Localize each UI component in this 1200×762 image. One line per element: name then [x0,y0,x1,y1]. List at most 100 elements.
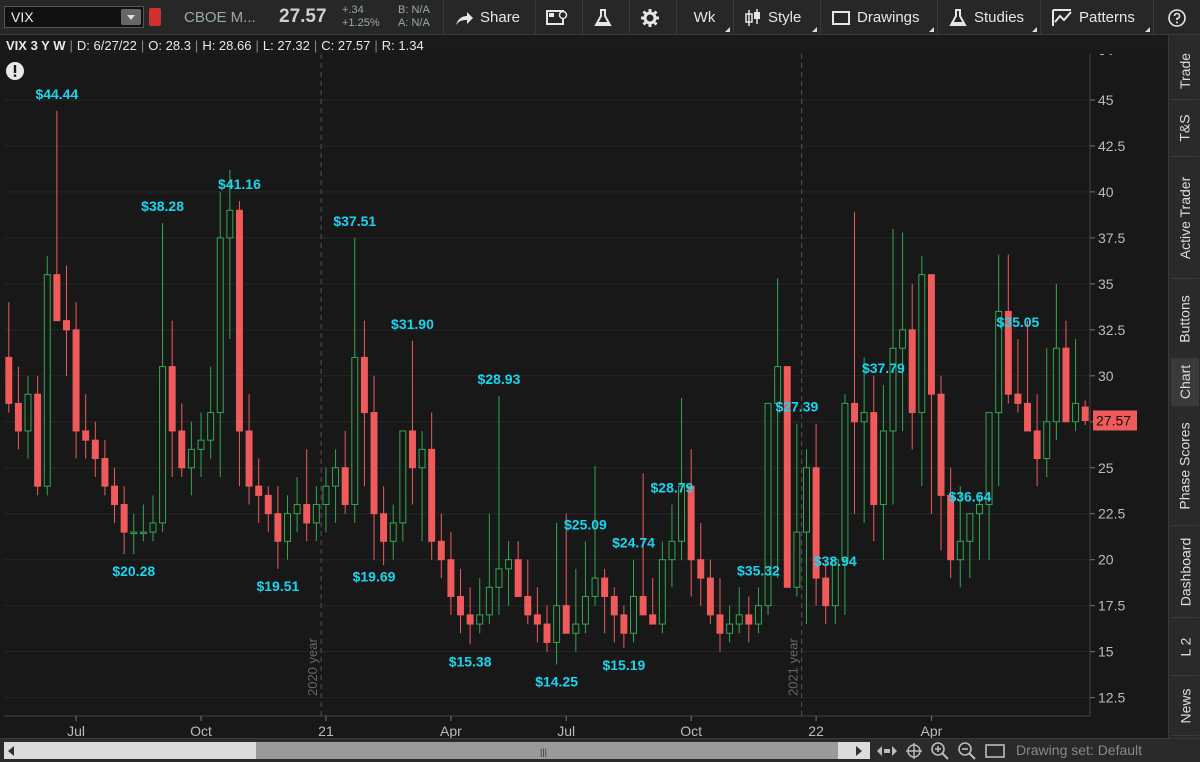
dropdown-corner-icon [812,27,817,32]
event-alert-icon[interactable] [6,62,24,80]
time-axis-label: Oct [190,723,212,738]
candle-body [43,274,51,487]
candle-body [1062,347,1070,423]
year-separator-label: 2021 year [786,638,801,696]
candle-body [793,531,801,588]
candle[interactable] [764,402,772,615]
candle-body [899,329,907,349]
price-axis-label: 22.5 [1098,506,1125,522]
candle-body [130,531,138,535]
sidebar-tab-l-2[interactable]: L 2 [1171,618,1199,676]
zoom-out-icon[interactable] [957,741,977,761]
candle-body [581,595,589,625]
drawings-button[interactable]: Drawings [820,0,936,35]
candle-body [389,522,397,542]
sidebar-tab-active-trader[interactable]: Active Trader [1171,157,1199,279]
candle-body [851,402,859,423]
candle-style-icon [745,8,760,26]
candle-body [178,430,186,469]
flexible-grid-button[interactable] [535,0,581,35]
candle-body [101,458,109,487]
candle-body [111,485,119,506]
candle-body [485,586,493,616]
chart-toolbar: VIX CBOE M... 27.57 +.34 +1.25% B: N/A A… [0,0,1200,35]
chart-settings-button[interactable] [629,0,675,35]
share-icon [456,11,473,25]
price-extreme-label: $19.51 [256,578,299,594]
sidebar-tab-label: News [1177,687,1194,724]
alert-flag-icon[interactable] [149,8,161,26]
candle-body [649,614,657,625]
right-sidebar: Trade T&S Active Trader Buttons Chart Phase S… [1168,35,1200,738]
style-button[interactable]: Style [733,0,819,35]
candle[interactable] [34,375,42,496]
thinkscript-lab-button[interactable] [582,0,628,35]
candle-body [14,402,22,432]
rectangle-icon [832,10,850,25]
candle-body [879,430,887,506]
sidebar-tab-buttons[interactable]: Buttons [1171,279,1199,359]
candle-body [303,504,311,524]
candle-body [562,605,570,634]
price-axis-label: 15 [1098,644,1114,660]
sidebar-tab-t-s[interactable]: T&S [1171,100,1199,157]
studies-label: Studies [974,9,1025,26]
price-axis-label: 12.5 [1098,690,1125,706]
candle-body [322,485,330,506]
price-axis-label: 40 [1098,184,1114,200]
candle-body [937,393,945,496]
candle-body [62,320,70,331]
patterns-label: Patterns [1079,9,1135,26]
help-button[interactable] [1153,0,1200,35]
expand-horizontal-icon[interactable] [876,744,898,758]
scroll-left-arrow-icon[interactable] [8,746,14,756]
style-label: Style [768,9,802,26]
price-axis-label: 37.5 [1098,230,1125,246]
zoom-in-icon[interactable] [930,741,950,761]
sidebar-tab-dashboard[interactable]: Dashboard [1171,526,1199,618]
grid-layout-icon [546,9,568,25]
price-axis-label: 25 [1098,460,1114,476]
sidebar-tab-chart[interactable]: Chart [1171,359,1199,406]
time-frame-button[interactable]: Wk [676,0,732,35]
zoom-box-icon[interactable] [984,743,1006,759]
price-extreme-label: $38.94 [814,553,857,569]
candle-body [697,559,705,579]
symbol-description: CBOE M... [184,9,256,26]
price-chart[interactable]: 2020 year 2021 year $44.44 $20.28 $38.28 $41… [0,54,1168,738]
dropdown-corner-icon [1032,27,1037,32]
symbol-dropdown-button[interactable] [121,9,141,25]
sidebar-tab-news[interactable]: News [1171,676,1199,736]
sidebar-tab-phase-scores[interactable]: Phase Scores [1171,406,1199,526]
candle-body [706,577,714,616]
drawing-set-label: Drawing set: Default [1016,742,1143,758]
price-extreme-label: $38.28 [141,198,184,214]
candle-body [197,439,205,450]
time-axis-label: Jul [557,723,575,738]
crosshair-center-icon[interactable] [905,742,923,760]
candle-body [870,412,878,506]
studies-button[interactable]: Studies [937,0,1039,35]
share-button[interactable]: Share [443,0,534,35]
candle-body [927,274,935,395]
candle-body [187,448,195,469]
price-extreme-label: $31.90 [391,316,434,332]
price-extreme-label: $25.09 [564,516,607,532]
chart-title: VIX 3 Y W [6,37,66,53]
candle-body [1014,393,1022,404]
candle-body [726,623,734,634]
candle-body [370,412,378,515]
candle[interactable] [43,256,51,496]
symbol-input[interactable]: VIX [4,6,144,28]
sidebar-tab-label: L 2 [1176,637,1193,656]
patterns-button[interactable]: Patterns [1040,0,1152,35]
scroll-right-arrow-icon[interactable] [856,746,862,756]
ask-value: A: N/A [398,17,430,29]
candle-body [341,467,349,506]
candle-body [216,237,224,414]
sidebar-tab-trade[interactable]: Trade [1171,43,1199,100]
time-axis-label: Jul [67,723,85,738]
sidebar-tab-label: Trade [1177,52,1193,90]
current-price-label: 27.57 [1096,412,1131,428]
bar-high: H: 28.66 [202,37,252,53]
